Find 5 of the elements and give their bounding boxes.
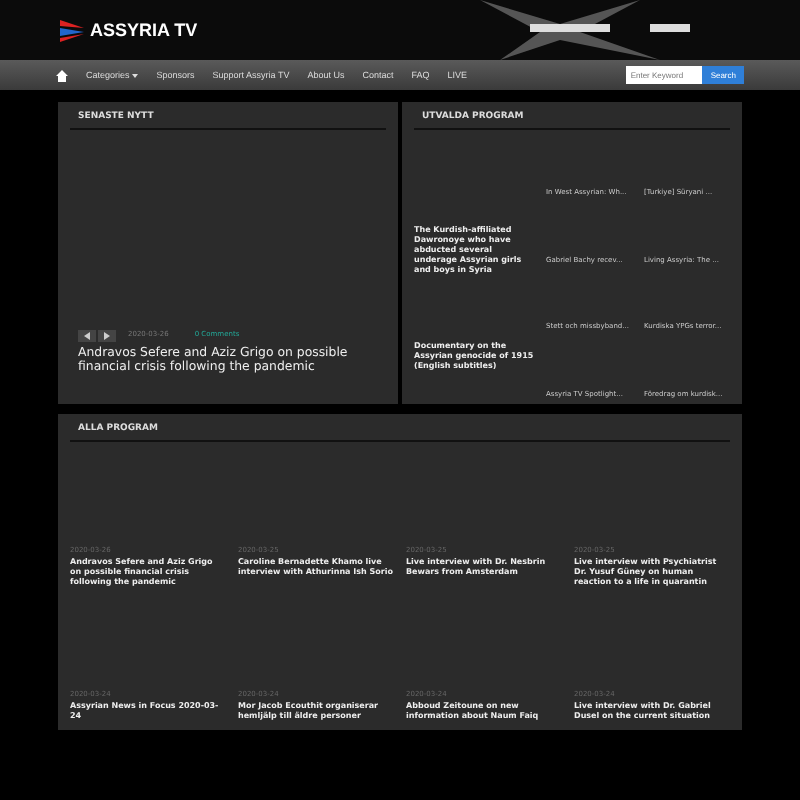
logo-icon [60,19,84,41]
next-button[interactable] [98,329,116,341]
site-logo[interactable]: ASSYRIA TV [90,20,198,40]
previous-button[interactable] [78,329,96,341]
home-icon[interactable] [56,69,68,81]
